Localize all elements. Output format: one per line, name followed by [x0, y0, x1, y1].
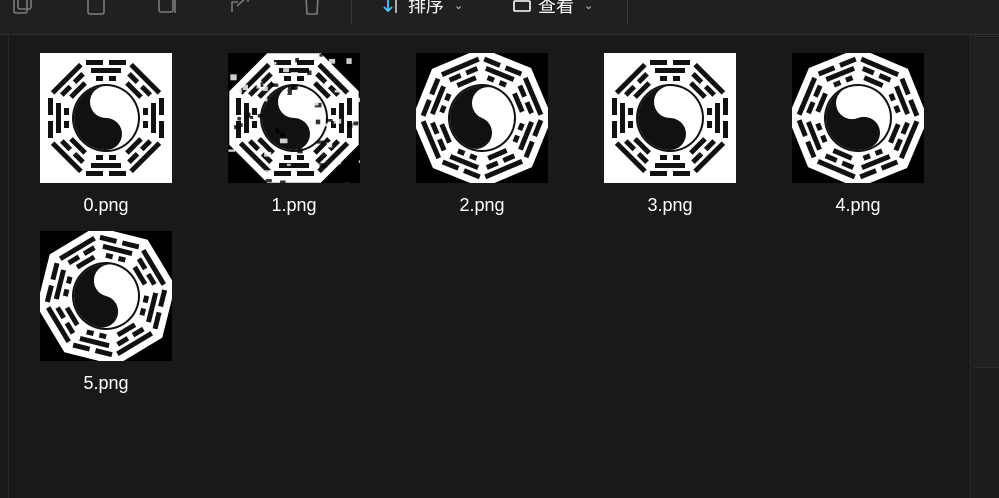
- view-button[interactable]: 查看 ⌄: [512, 0, 593, 17]
- image-thumbnail: [792, 53, 924, 183]
- copy-icon[interactable]: [12, 0, 36, 16]
- paste-icon[interactable]: [84, 0, 108, 16]
- sort-icon: [382, 0, 402, 15]
- toolbar-separator: [627, 0, 628, 24]
- image-thumbnail: [40, 53, 172, 183]
- sort-button[interactable]: 排序 ⌄: [382, 0, 463, 17]
- file-name: 4.png: [780, 195, 936, 216]
- file-name: 1.png: [216, 195, 372, 216]
- image-thumbnail: [604, 53, 736, 183]
- chevron-down-icon: ⌄: [454, 0, 463, 12]
- command-bar: 排序 ⌄ 查看 ⌄: [0, 0, 999, 35]
- image-thumbnail: [40, 231, 172, 361]
- chevron-down-icon: ⌄: [584, 0, 593, 12]
- rename-icon[interactable]: [157, 0, 181, 16]
- view-icon: [512, 0, 532, 15]
- scrollbar-thumb[interactable]: [973, 36, 999, 368]
- file-name: 5.png: [28, 373, 184, 394]
- image-thumbnail: [416, 53, 548, 183]
- view-label: 查看: [538, 0, 574, 18]
- delete-icon[interactable]: [300, 0, 324, 16]
- file-name: 3.png: [592, 195, 748, 216]
- file-name: 0.png: [28, 195, 184, 216]
- image-thumbnail: [228, 53, 360, 183]
- sort-label: 排序: [408, 0, 444, 18]
- file-name: 2.png: [404, 195, 560, 216]
- toolbar-separator: [351, 0, 352, 24]
- share-icon[interactable]: [228, 0, 252, 16]
